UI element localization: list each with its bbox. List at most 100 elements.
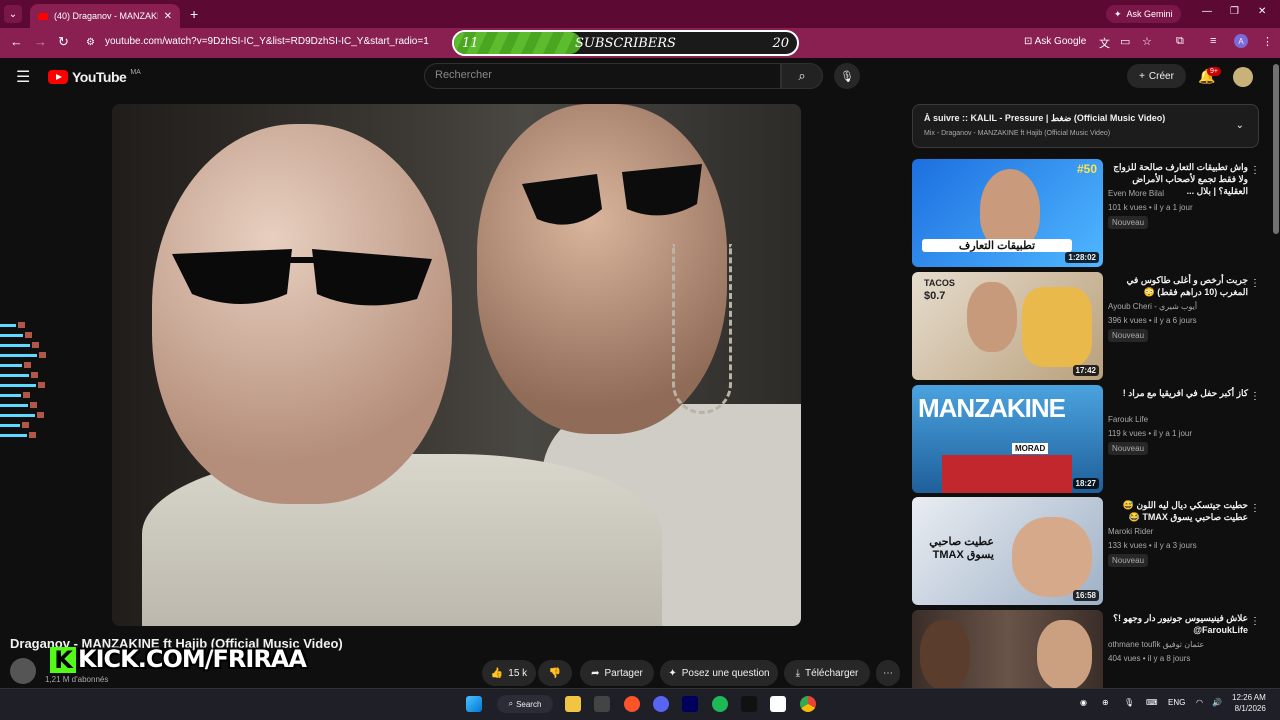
tray-app-icon[interactable]: ⊕: [1102, 698, 1109, 707]
wifi-icon[interactable]: ◠: [1196, 698, 1203, 707]
forward-icon[interactable]: →: [34, 34, 47, 49]
ask-question-label: Posez une question: [681, 667, 770, 679]
share-button[interactable]: ➦ Partager: [580, 660, 654, 686]
cast-icon[interactable]: ▭: [1120, 35, 1130, 48]
reload-icon[interactable]: ↻: [58, 34, 69, 50]
chat-text-mark: [0, 423, 20, 427]
download-label: Télécharger: [805, 667, 859, 679]
dislike-button[interactable]: 👎: [538, 660, 572, 686]
chat-line: [0, 360, 60, 370]
windows-start-icon[interactable]: [466, 696, 482, 712]
site-info-icon[interactable]: ⚙: [86, 37, 95, 48]
keyboard-icon[interactable]: ⌨: [1146, 698, 1158, 707]
tab-title: (40) Draganov - MANZAKINE ft: [54, 11, 158, 21]
back-icon[interactable]: ←: [10, 34, 23, 49]
chevron-down-icon[interactable]: ⌄: [1236, 120, 1244, 131]
chat-text-mark: [0, 373, 29, 377]
video-player[interactable]: [112, 104, 801, 626]
chat-line: [0, 350, 60, 360]
spotify-icon[interactable]: [712, 696, 728, 712]
search-button[interactable]: ⌕: [781, 63, 823, 89]
hamburger-menu-icon[interactable]: ☰: [16, 67, 30, 87]
emote-icon: [37, 412, 44, 418]
scrollbar-thumb[interactable]: [1273, 64, 1279, 234]
emote-icon: [18, 322, 25, 328]
video-frame-sunglasses-left: [172, 249, 432, 306]
language-indicator[interactable]: ENG: [1168, 698, 1185, 707]
notepad-icon[interactable]: [770, 696, 786, 712]
video-thumbnail[interactable]: MANZAKINE MORAD 18:27: [912, 385, 1103, 493]
file-explorer-icon[interactable]: [565, 696, 581, 712]
chrome-icon[interactable]: [800, 696, 816, 712]
clock-time: 12:26 AM: [1232, 693, 1266, 702]
browser-tab-active[interactable]: (40) Draganov - MANZAKINE ft ✕: [30, 4, 180, 28]
video-thumbnail[interactable]: [912, 610, 1103, 688]
chat-text-mark: [0, 353, 37, 357]
recommendation-meta: 101 k vues • il y a 1 jour: [1108, 203, 1193, 212]
thumb-episode-text: #50: [1076, 162, 1097, 176]
gemini-icon: ✦: [1114, 8, 1122, 19]
video-thumbnail[interactable]: عطيت صاحبي يسوق TMAX 16:58: [912, 497, 1103, 605]
ask-google-button[interactable]: ⊡ Ask Google: [1024, 36, 1086, 47]
volume-icon[interactable]: 🔊: [1212, 698, 1222, 707]
up-next-panel[interactable]: À suivre :: KALIL - Pressure | ضغط (Offi…: [912, 104, 1259, 148]
premiere-pro-icon[interactable]: [682, 696, 698, 712]
ask-gemini-button[interactable]: ✦ Ask Gemini: [1106, 5, 1181, 23]
more-vertical-icon[interactable]: ⋮: [1250, 616, 1260, 627]
more-vertical-icon[interactable]: ⋮: [1250, 503, 1260, 514]
video-frame-person-left: [152, 124, 452, 504]
share-label: Partager: [604, 667, 643, 679]
taskbar-search[interactable]: ⌕ Search: [497, 695, 553, 713]
tab-search-button[interactable]: ⌄: [4, 5, 22, 23]
app-icon[interactable]: [594, 696, 610, 712]
bookmark-star-icon[interactable]: ☆: [1142, 35, 1152, 48]
system-clock[interactable]: 12:26 AM 8/1/2026: [1232, 692, 1266, 714]
more-actions-button[interactable]: ⋯: [876, 660, 900, 686]
channel-avatar[interactable]: [10, 658, 36, 684]
ask-question-button[interactable]: ✦ Posez une question: [660, 660, 778, 686]
more-vertical-icon[interactable]: ⋮: [1250, 165, 1260, 176]
thumb-flag: [942, 455, 1072, 493]
new-badge: Nouveau: [1108, 329, 1149, 342]
video-thumbnail[interactable]: #50 تطبيقات التعارف 1:28:02: [912, 159, 1103, 267]
youtube-logo[interactable]: YouTube MA: [48, 69, 141, 85]
extensions-icon[interactable]: ⧉: [1176, 35, 1184, 48]
more-horizontal-icon: ⋯: [883, 667, 893, 679]
discord-icon[interactable]: [653, 696, 669, 712]
user-avatar[interactable]: [1233, 67, 1253, 87]
url-field[interactable]: youtube.com/watch?v=9DzhSI-IC_Y&list=RD9…: [105, 36, 429, 47]
recommendation-item[interactable]: #50 تطبيقات التعارف 1:28:02 واش تطبيقات …: [912, 159, 1262, 267]
media-control-icon[interactable]: ≡: [1210, 35, 1216, 47]
video-thumbnail[interactable]: TACOS $0.7 17:42: [912, 272, 1103, 380]
app-icon[interactable]: [741, 696, 757, 712]
recommendation-item[interactable]: TACOS $0.7 17:42 جربت أرخص و أغلى طاكوس …: [912, 272, 1262, 380]
create-button[interactable]: + Créer: [1127, 64, 1186, 88]
more-vertical-icon[interactable]: ⋮: [1250, 391, 1260, 402]
close-tab-icon[interactable]: ✕: [164, 11, 172, 22]
translate-icon[interactable]: 文: [1099, 35, 1110, 51]
voice-search-button[interactable]: 🎙: [834, 63, 860, 89]
restore-button[interactable]: ❐: [1230, 6, 1239, 17]
new-tab-button[interactable]: +: [190, 6, 198, 22]
recommendation-item[interactable]: عطيت صاحبي يسوق TMAX 16:58 حطيت جيتسكي د…: [912, 497, 1262, 605]
video-frame-sunglasses-right: [522, 164, 702, 225]
recommendation-item[interactable]: علاش فينيسيوس جونيور دار وجهو !؟ FaroukL…: [912, 610, 1262, 688]
recommendation-title: جربت أرخص و أغلى طاكوس في المغرب (10 درا…: [1126, 275, 1248, 297]
close-window-button[interactable]: ✕: [1258, 6, 1266, 17]
duration-badge: 17:42: [1072, 365, 1099, 376]
download-button[interactable]: ⤓ Télécharger: [784, 660, 870, 686]
brave-browser-icon[interactable]: [624, 696, 640, 712]
more-vertical-icon[interactable]: ⋮: [1250, 278, 1260, 289]
browser-menu-icon[interactable]: ⋮: [1262, 35, 1273, 48]
new-badge: Nouveau: [1108, 554, 1149, 567]
microphone-icon[interactable]: 🎙: [1124, 698, 1134, 707]
kick-logo-icon: K: [50, 647, 76, 673]
profile-avatar[interactable]: A: [1234, 34, 1248, 48]
tray-app-icon[interactable]: ◉: [1080, 698, 1087, 707]
thumb-caption: تطبيقات التعارف: [922, 239, 1072, 252]
search-input[interactable]: Rechercher: [424, 63, 781, 89]
minimize-button[interactable]: —: [1202, 6, 1212, 17]
like-button[interactable]: 👍 15 k: [482, 660, 536, 686]
recommendation-item[interactable]: MANZAKINE MORAD 18:27 كاز أكبر حفل في اف…: [912, 385, 1262, 493]
chat-line: [0, 370, 60, 380]
